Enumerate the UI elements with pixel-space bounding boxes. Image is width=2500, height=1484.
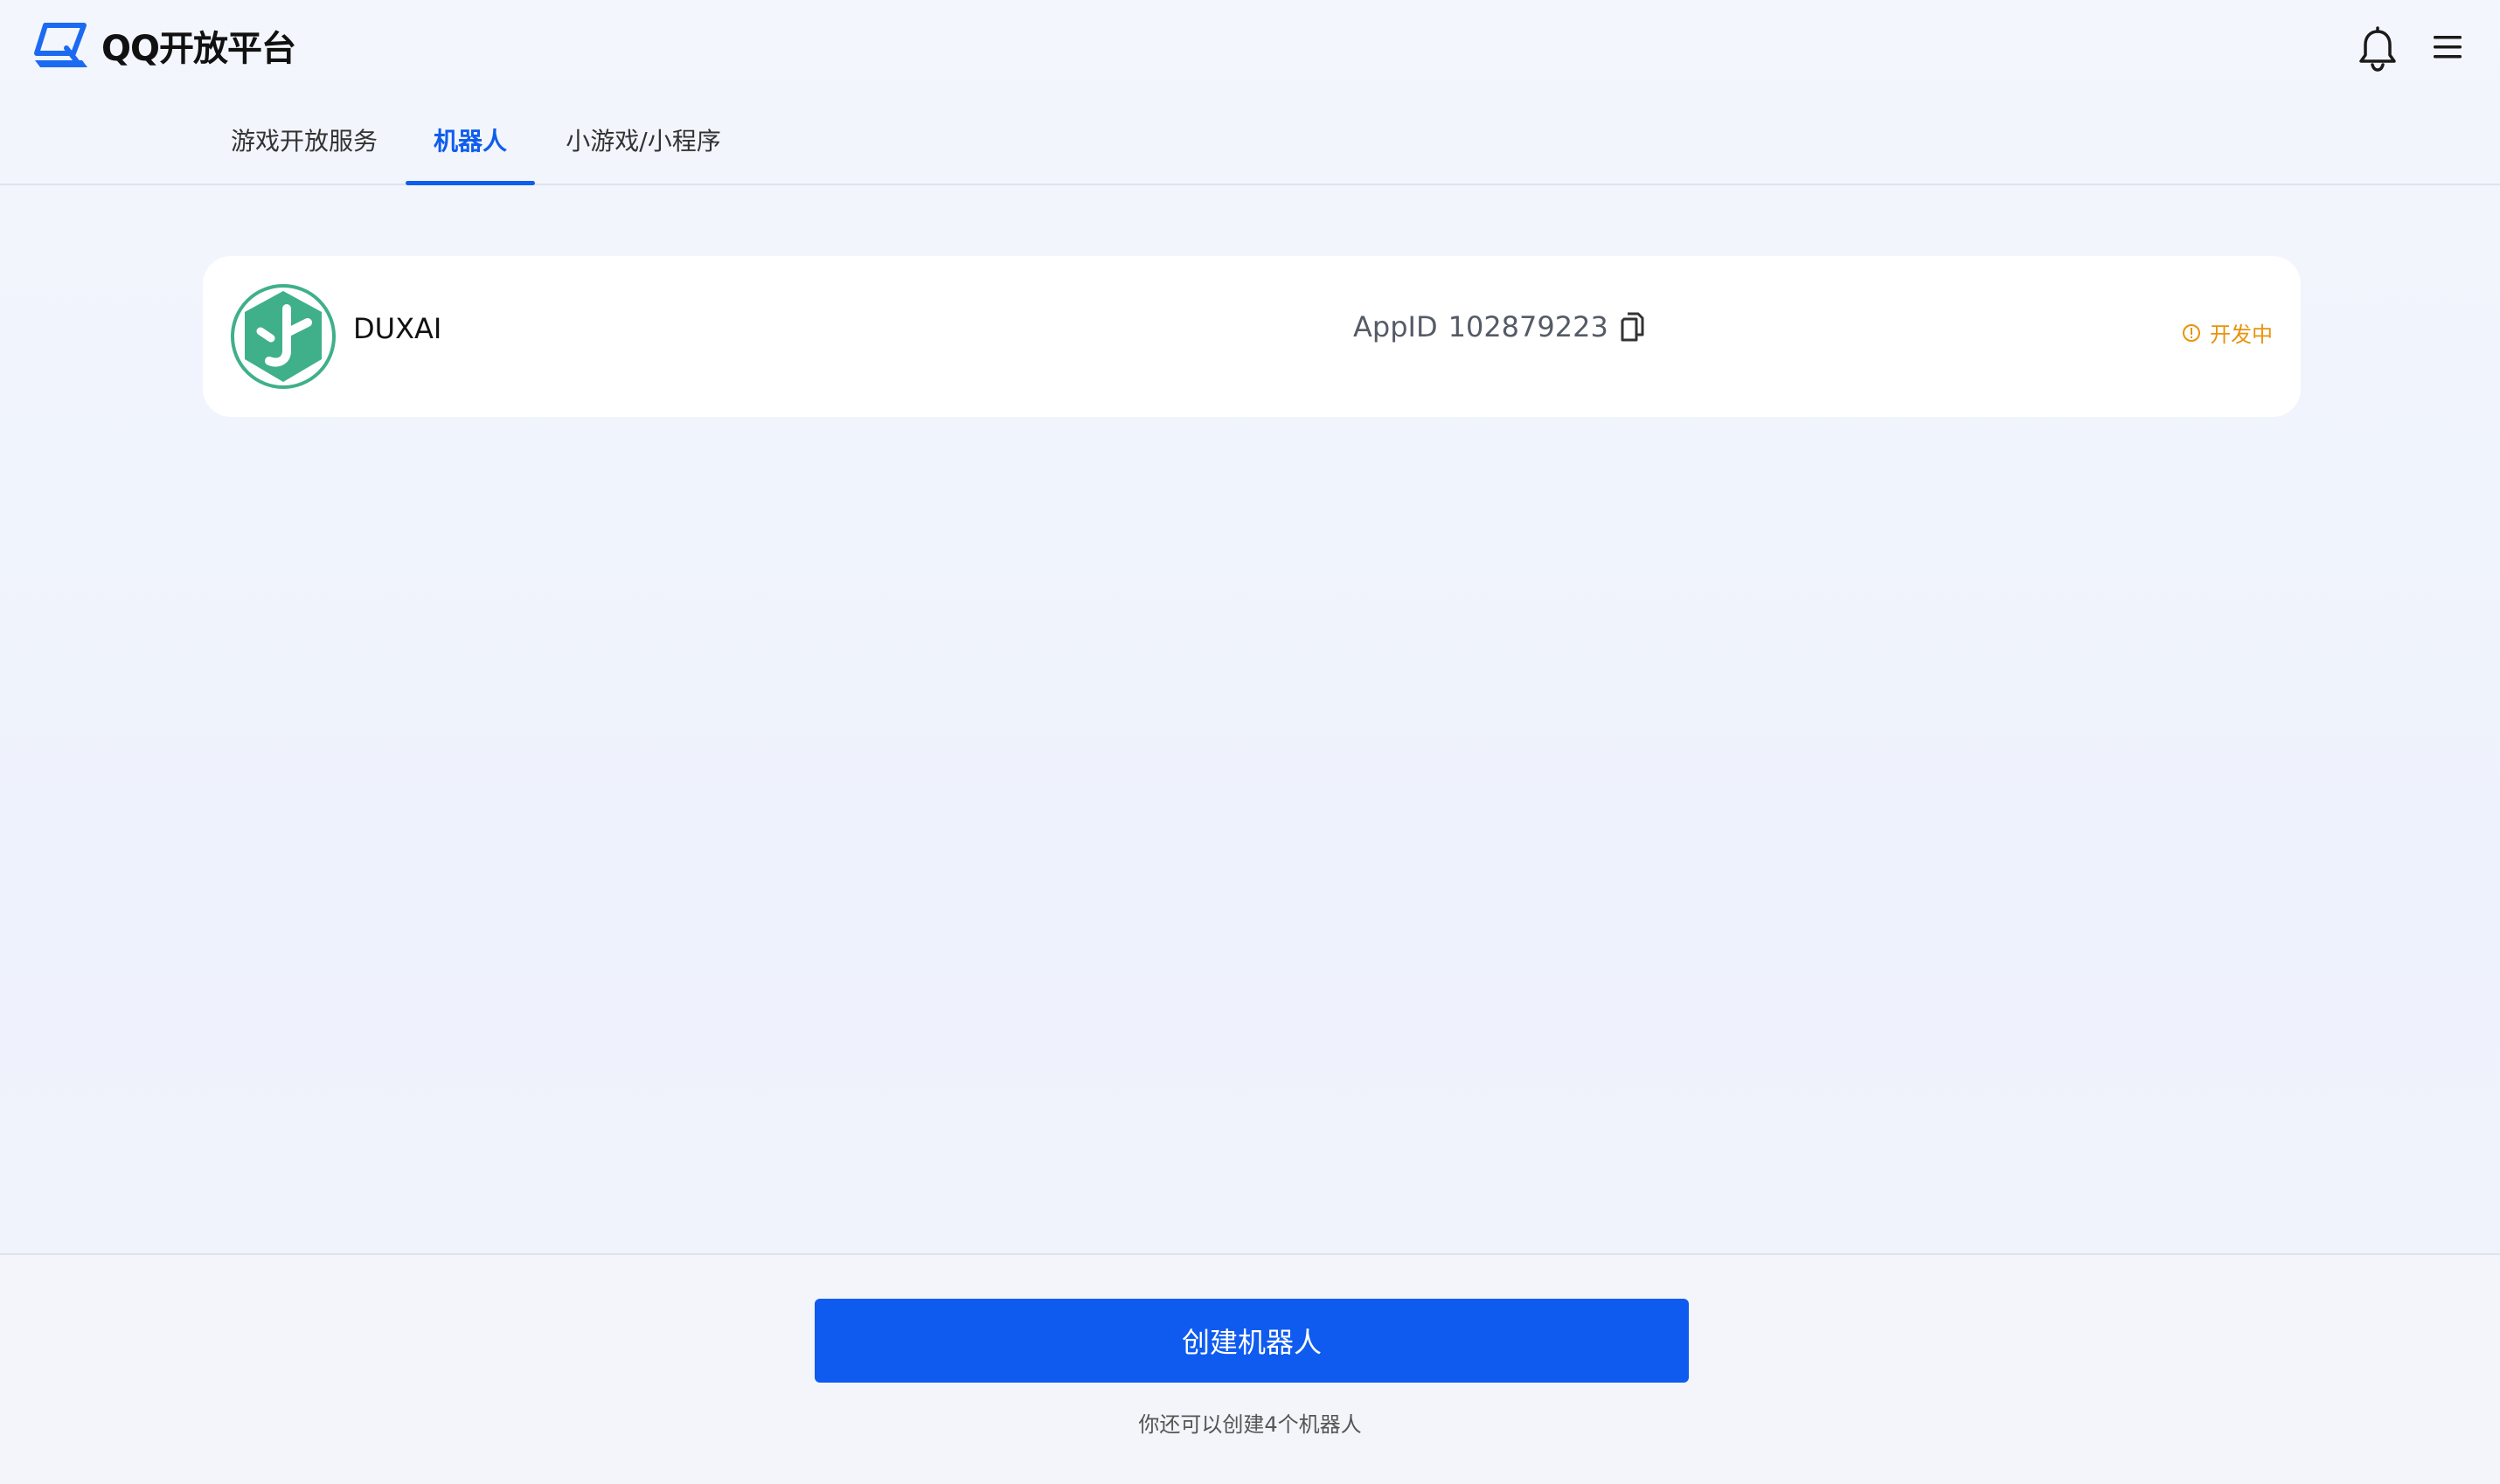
tab-game-services[interactable]: 游戏开放服务: [231, 122, 378, 185]
menu-icon[interactable]: [2430, 31, 2465, 63]
remaining-hint: 你还可以创建4个机器人: [1138, 1412, 1362, 1437]
logo-icon: [34, 23, 87, 67]
appid-value: 102879223: [1448, 310, 1608, 343]
bot-avatar: [229, 282, 337, 391]
status-badge: 开发中: [2182, 317, 2273, 348]
logo-text: QQ开放平台: [101, 29, 296, 69]
create-robot-button[interactable]: 创建机器人: [815, 1299, 1689, 1383]
tab-robot[interactable]: 机器人: [406, 122, 535, 185]
info-icon: [2183, 323, 2200, 342]
footer: 创建机器人 你还可以创建4个机器人: [0, 1253, 2500, 1484]
bot-name: DUXAI: [353, 312, 442, 345]
tab-bar: 游戏开放服务 机器人 小游戏/小程序: [0, 114, 2500, 185]
logo[interactable]: QQ开放平台: [33, 19, 296, 72]
copy-icon[interactable]: [1619, 312, 1645, 342]
appid-label: AppID: [1353, 310, 1438, 343]
bell-icon[interactable]: [2357, 26, 2399, 72]
tab-mini-games[interactable]: 小游戏/小程序: [563, 122, 724, 185]
appid: AppID 102879223: [1353, 310, 1645, 343]
top-bar: QQ开放平台: [0, 0, 2500, 96]
page: QQ开放平台 游戏开放服务 机器人 小游戏/小程序 DUXAI AppID 10…: [0, 0, 2500, 1484]
status-text: 开发中: [2210, 322, 2273, 347]
bot-card[interactable]: DUXAI AppID 102879223 开发中: [203, 256, 2301, 417]
